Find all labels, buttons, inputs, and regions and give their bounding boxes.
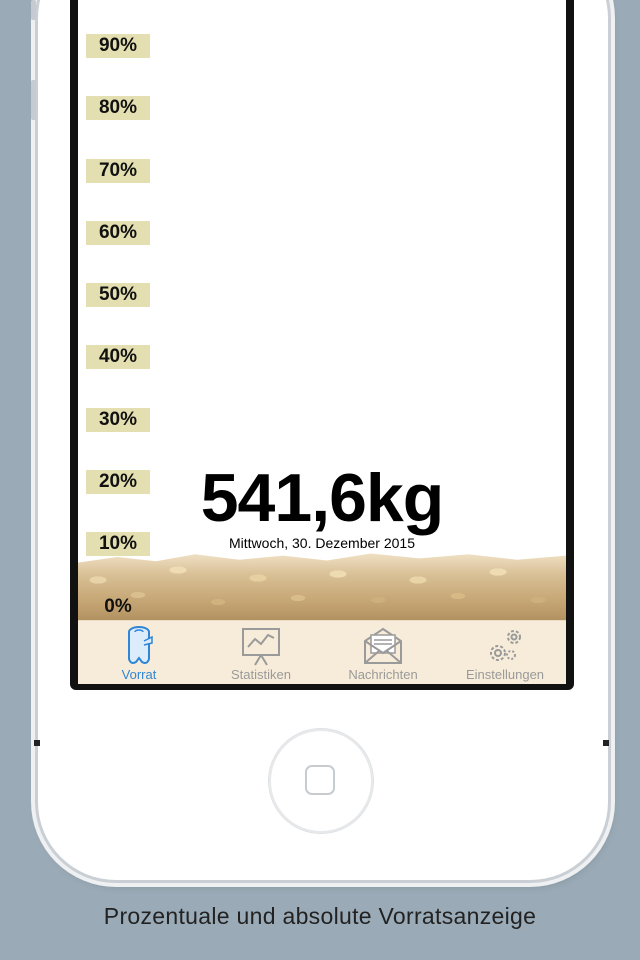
pellet-fill [78,553,566,620]
stock-date: Mittwoch, 30. Dezember 2015 [229,535,415,551]
gauge-label-50: 50% [86,283,150,307]
tab-label: Nachrichten [348,667,418,682]
gauge-label-70: 70% [86,159,150,183]
chart-board-icon [240,625,282,672]
tab-vorrat[interactable]: Vorrat [78,621,200,684]
tab-einstellungen[interactable]: Einstellungen [444,621,566,684]
edge-marker [603,740,609,746]
gears-icon [484,625,526,672]
caption: Prozentuale und absolute Vorratsanzeige [103,903,537,929]
tab-label: Statistiken [231,667,291,682]
gauge-label-60: 60% [86,221,150,245]
tab-label: Vorrat [121,667,157,682]
log-icon [122,625,156,672]
app-screen: 90% 80% 70% 60% 50% 40% 30% 20% 10% 0% 5… [78,0,566,684]
edge-marker [34,740,40,746]
stock-amount: 541,6kg [200,460,445,536]
tab-bar: Vorrat Statistiken Nachrichten Einstellu… [78,620,566,684]
home-button[interactable] [269,729,373,833]
gauge-label-90: 90% [86,34,150,58]
gauge-label-30: 30% [86,408,150,432]
tab-statistiken[interactable]: Statistiken [200,621,322,684]
home-square-icon [305,765,335,795]
tab-label: Einstellungen [465,667,545,682]
volume-button [31,80,36,120]
volume-button [31,0,36,20]
gauge-label-0: 0% [104,596,132,617]
tab-nachrichten[interactable]: Nachrichten [322,621,444,684]
gauge-label-40: 40% [86,345,150,369]
gauge-label-80: 80% [86,96,150,120]
envelope-icon [362,625,404,672]
